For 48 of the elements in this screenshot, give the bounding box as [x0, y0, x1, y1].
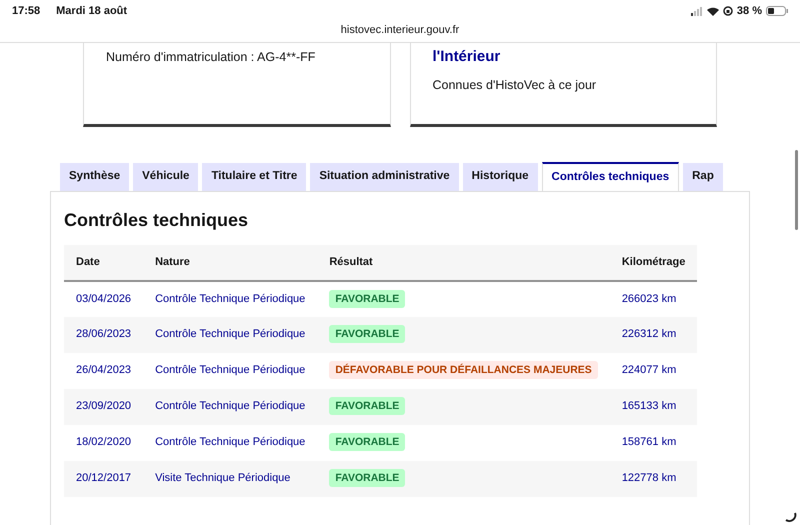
success-tag: FAVORABLE	[329, 325, 406, 344]
date-cell: 20/12/2017	[64, 460, 144, 497]
card-text: Numéro d'immatriculation : AG-4**-FF	[106, 49, 316, 66]
tab[interactable]: Rap	[683, 163, 723, 191]
date-cell: 18/02/2020	[64, 424, 144, 461]
date-cell: 03/04/2026	[64, 280, 144, 317]
success-tag: FAVORABLE	[329, 397, 406, 416]
success-tag: FAVORABLE	[329, 290, 406, 308]
status-date: Mardi 18 août	[56, 4, 128, 19]
card-title: l'Intérieur	[432, 48, 502, 66]
url-text[interactable]: histovec.interieur.gouv.fr	[340, 24, 460, 36]
nature-cell: Contrôle Technique Périodique	[143, 424, 318, 461]
nature-cell: Contrôle Technique Périodique	[143, 388, 318, 425]
section-title: Contrôles techniques	[64, 210, 250, 232]
tab[interactable]: Historique	[462, 163, 538, 191]
signal-icon	[690, 6, 703, 16]
date-cell: 23/09/2020	[64, 388, 144, 425]
status-time: 17:58	[12, 4, 40, 19]
date-cell: 28/06/2023	[64, 316, 144, 353]
success-tag: FAVORABLE	[329, 433, 406, 452]
mileage-cell: 224077 km	[610, 352, 698, 389]
nature-cell: Contrôle Technique Périodique	[143, 280, 318, 317]
tab[interactable]: Situation administrative	[310, 163, 459, 191]
mileage-cell: 158761 km	[610, 424, 698, 461]
card-text: Connues d'HistoVec à ce jour	[432, 77, 598, 94]
success-tag: FAVORABLE	[329, 469, 406, 488]
mileage-cell: 266023 km	[610, 280, 698, 317]
battery-icon	[766, 6, 788, 16]
date-cell: 26/04/2023	[64, 352, 144, 389]
lock-rotation-icon	[722, 6, 733, 16]
mileage-cell: 165133 km	[610, 388, 698, 425]
error-tag: DÉFAVORABLE POUR DÉFAILLANCES MAJEURES	[329, 361, 598, 380]
nature-cell: Contrôle Technique Périodique	[143, 316, 318, 353]
mileage-cell: 122778 km	[610, 460, 698, 497]
tab[interactable]: Titulaire et Titre	[202, 163, 306, 191]
column-header: Nature	[143, 244, 318, 281]
scrollbar[interactable]	[795, 150, 798, 230]
wifi-icon	[706, 6, 719, 16]
tab[interactable]: Synthèse	[60, 163, 130, 191]
nature-cell: Contrôle Technique Périodique	[143, 352, 318, 389]
column-header: Kilométrage	[610, 244, 698, 281]
nature-cell: Visite Technique Périodique	[143, 460, 318, 497]
mileage-cell: 226312 km	[610, 316, 698, 353]
tab[interactable]: Véhicule	[133, 163, 198, 191]
tab[interactable]: Contrôles techniques	[542, 162, 680, 191]
column-header: Date	[64, 244, 144, 281]
battery-percentage: 38 %	[736, 4, 762, 19]
column-header: Résultat	[317, 244, 610, 281]
